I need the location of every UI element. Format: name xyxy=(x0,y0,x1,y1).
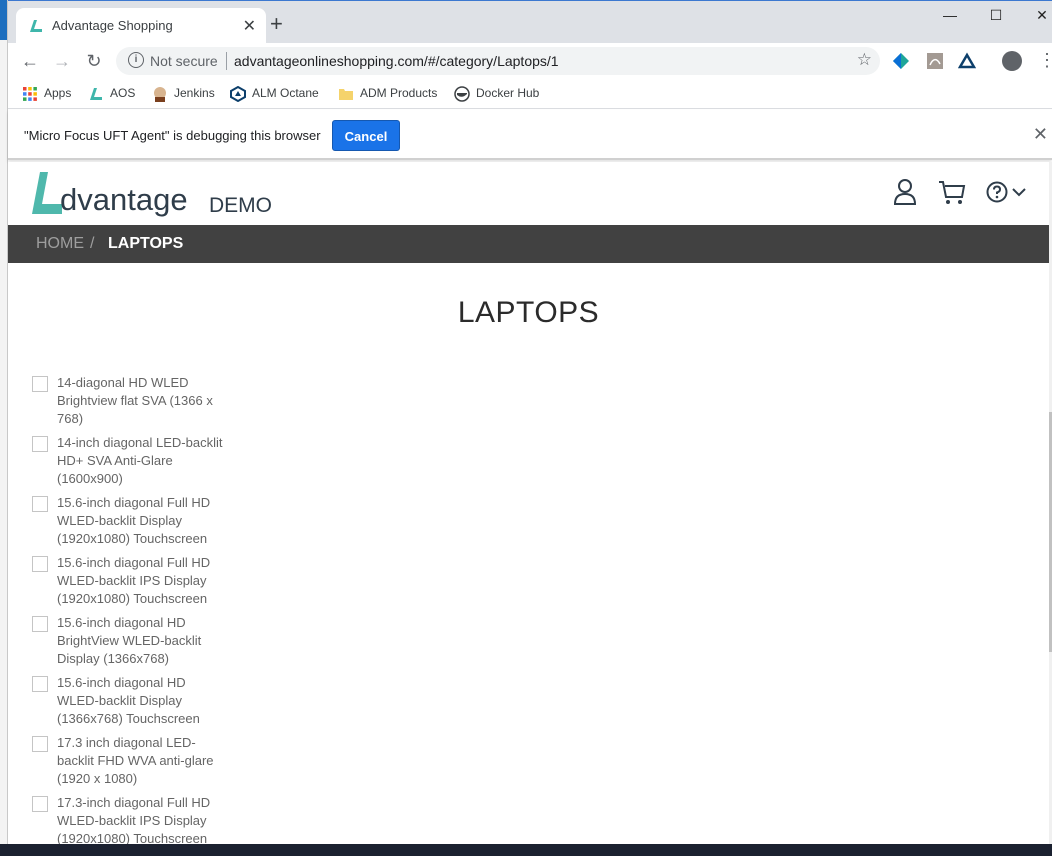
breadcrumb: HOME / LAPTOPS xyxy=(8,225,1049,263)
filter-checkbox[interactable] xyxy=(32,376,48,392)
background-window-titlebar xyxy=(0,0,7,40)
back-button[interactable]: ← xyxy=(19,50,41,72)
filter-label: 14-diagonal HD WLED Brightview flat SVA … xyxy=(57,375,213,426)
breadcrumb-separator: / xyxy=(90,235,95,252)
bookmark-label: ALM Octane xyxy=(252,86,319,100)
tab-strip: Advantage Shopping ✕ + — ☐ ✕ xyxy=(8,0,1052,44)
browser-toolbar: ← → ↻ i Not secure advantageonlineshoppi… xyxy=(8,43,1052,79)
extension-uft-icon[interactable] xyxy=(892,52,910,70)
filter-option[interactable]: 14-inch diagonal LED-backlit HD+ SVA Ant… xyxy=(32,434,232,494)
logo-a-mark-icon xyxy=(32,172,62,214)
display-filter-list: 14-diagonal HD WLED Brightview flat SVA … xyxy=(32,374,232,844)
filter-option[interactable]: 14-diagonal HD WLED Brightview flat SVA … xyxy=(32,374,232,434)
cancel-debugging-button[interactable]: Cancel xyxy=(332,120,400,151)
address-bar[interactable]: i Not secure advantageonlineshopping.com… xyxy=(116,47,880,75)
filter-checkbox[interactable] xyxy=(32,796,48,812)
bookmark-docker-hub[interactable]: Docker Hub xyxy=(454,85,539,103)
logo-demo-text: DEMO xyxy=(209,194,272,217)
bookmark-star-icon[interactable]: ☆ xyxy=(857,50,872,70)
close-infobar-icon[interactable]: ✕ xyxy=(1033,124,1048,145)
filter-label: 15.6-inch diagonal Full HD WLED-backlit … xyxy=(57,555,211,606)
page-title: LAPTOPS xyxy=(457,296,600,329)
new-tab-button[interactable]: + xyxy=(270,13,283,35)
bookmark-label: AOS xyxy=(110,86,136,100)
site-info-icon[interactable]: i xyxy=(128,52,144,68)
close-window-button[interactable]: ✕ xyxy=(1022,7,1052,27)
jenkins-icon xyxy=(154,86,166,102)
filter-label: 15.6-inch diagonal Full HD WLED-backlit … xyxy=(57,495,211,546)
filter-checkbox[interactable] xyxy=(32,616,48,632)
bookmark-label: ADM Products xyxy=(360,86,438,100)
bookmark-label: Docker Hub xyxy=(476,86,540,100)
aos-icon xyxy=(90,87,102,100)
bookmark-alm-octane[interactable]: ALM Octane xyxy=(230,85,319,103)
filter-label: 15.6-inch diagonal HD BrightView WLED-ba… xyxy=(57,615,202,666)
filter-option[interactable]: 15.6-inch diagonal Full HD WLED-backlit … xyxy=(32,494,232,554)
bookmarks-bar: Apps AOS Jenkins ALM Octane ADM Products… xyxy=(8,79,1052,109)
price-partial: ▔▔▔▔▔▔ xyxy=(592,352,657,360)
docker-icon xyxy=(454,86,470,102)
browser-menu-icon[interactable]: ⋮ xyxy=(1038,50,1052,71)
filter-checkbox[interactable] xyxy=(32,496,48,512)
filter-checkbox[interactable] xyxy=(32,676,48,692)
user-icon[interactable] xyxy=(893,178,917,206)
filter-option[interactable]: 15.6-inch diagonal Full HD WLED-backlit … xyxy=(32,554,232,614)
filter-label: 14-inch diagonal LED-backlit HD+ SVA Ant… xyxy=(57,435,223,486)
bookmark-adm-products[interactable]: ADM Products xyxy=(338,85,437,103)
tab-advantage-shopping[interactable]: Advantage Shopping ✕ xyxy=(16,8,266,44)
cart-icon[interactable] xyxy=(938,180,966,206)
aos-favicon-icon xyxy=(30,20,42,32)
help-icon[interactable] xyxy=(986,181,1008,203)
bookmark-jenkins[interactable]: Jenkins xyxy=(152,85,215,103)
debugging-message: "Micro Focus UFT Agent" is debugging thi… xyxy=(24,128,321,143)
tab-close-icon[interactable]: ✕ xyxy=(243,16,256,36)
folder-icon xyxy=(339,88,353,100)
bookmark-label: Jenkins xyxy=(174,86,215,100)
os-taskbar xyxy=(0,844,1052,856)
filter-option[interactable]: 17.3 inch diagonal LED-backlit FHD WVA a… xyxy=(32,734,232,794)
filter-label: 17.3-inch diagonal Full HD WLED-backlit … xyxy=(57,795,211,844)
bookmark-label: Apps xyxy=(44,86,72,100)
filter-label: 17.3 inch diagonal LED-backlit FHD WVA a… xyxy=(57,735,214,786)
extension-octane-icon[interactable] xyxy=(958,52,976,70)
reload-button[interactable]: ↻ xyxy=(83,50,105,72)
price-partial: ▔▔▔▔▔ xyxy=(856,352,910,360)
browser-chrome: Advantage Shopping ✕ + — ☐ ✕ ← → ↻ i Not… xyxy=(8,0,1052,160)
url-text[interactable]: advantageonlineshopping.com/#/category/L… xyxy=(234,53,559,69)
tab-title: Advantage Shopping xyxy=(52,18,173,33)
filter-checkbox[interactable] xyxy=(32,556,48,572)
bookmark-aos[interactable]: AOS xyxy=(88,85,135,103)
web-page: dvantage DEMO HOME / LAPTOPS LAPTOPS ▔▔▔… xyxy=(8,162,1052,844)
breadcrumb-home-link[interactable]: HOME xyxy=(36,235,84,253)
debugging-infobar: "Micro Focus UFT Agent" is debugging thi… xyxy=(8,110,1052,160)
filter-checkbox[interactable] xyxy=(32,736,48,752)
security-label: Not secure xyxy=(150,53,218,69)
filter-option[interactable]: 15.6-inch diagonal HD BrightView WLED-ba… xyxy=(32,614,232,674)
octane-icon xyxy=(230,85,246,102)
profile-avatar-icon[interactable] xyxy=(1002,51,1022,71)
breadcrumb-current: LAPTOPS xyxy=(108,235,184,252)
apps-grid-icon xyxy=(23,86,37,101)
address-separator xyxy=(226,52,227,70)
forward-button[interactable]: → xyxy=(51,50,73,72)
filter-option[interactable]: 15.6-inch diagonal HD WLED-backlit Displ… xyxy=(32,674,232,734)
minimize-button[interactable]: — xyxy=(930,7,970,27)
filter-label: 15.6-inch diagonal HD WLED-backlit Displ… xyxy=(57,675,200,726)
bookmark-apps[interactable]: Apps xyxy=(22,85,71,103)
filter-checkbox[interactable] xyxy=(32,436,48,452)
extension-pdf-icon[interactable] xyxy=(926,52,944,70)
price-partial: ▔▔▔▔▔ xyxy=(338,352,392,360)
maximize-button[interactable]: ☐ xyxy=(976,7,1016,27)
filter-option[interactable]: 17.3-inch diagonal Full HD WLED-backlit … xyxy=(32,794,232,844)
logo-text: dvantage xyxy=(60,182,188,217)
background-window xyxy=(0,0,8,856)
chevron-down-icon[interactable] xyxy=(1012,187,1026,197)
